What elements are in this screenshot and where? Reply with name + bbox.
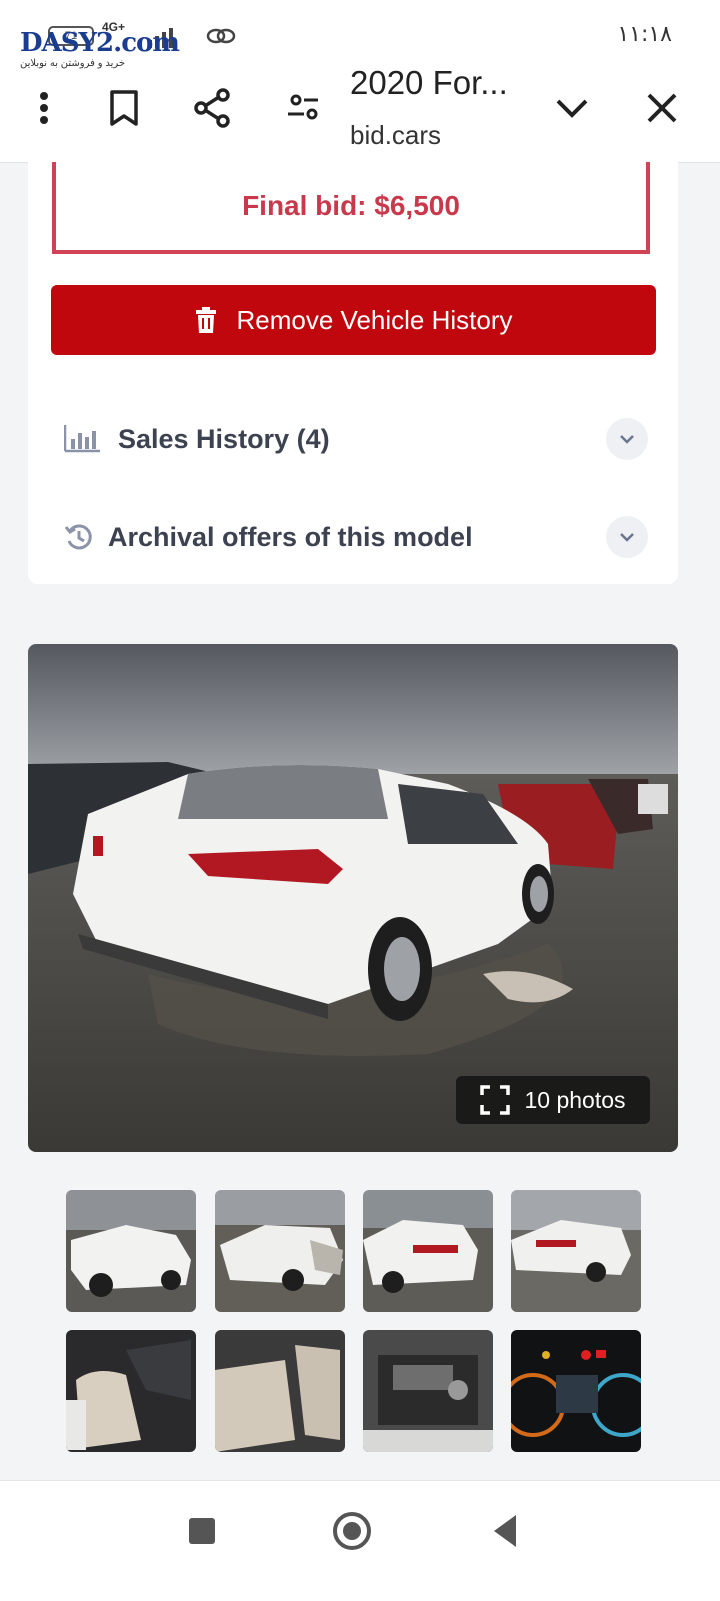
top-bar: 71 4G+ DASY2.com خرید و فروشتن به نوبلای… xyxy=(0,0,720,163)
thumbnail-3[interactable] xyxy=(363,1190,493,1312)
page-url: bid.cars xyxy=(350,120,442,150)
system-nav-bar xyxy=(0,1480,720,1601)
final-bid-box: Final bid: $6,500 xyxy=(52,162,650,254)
share-icon[interactable] xyxy=(191,86,235,130)
thumbnail-6[interactable] xyxy=(215,1330,345,1452)
photos-count-button[interactable]: 10 photos xyxy=(456,1076,650,1124)
photos-count-label: 10 photos xyxy=(524,1086,626,1113)
sales-history-label: Sales History (4) xyxy=(118,423,330,454)
fullscreen-icon xyxy=(480,1085,511,1115)
thumbnail-4[interactable] xyxy=(511,1190,641,1312)
thumbnail-1[interactable] xyxy=(66,1190,196,1312)
bar-chart-icon xyxy=(64,425,100,453)
status-time: ١١:١٨ xyxy=(617,22,672,47)
settings-sliders-icon[interactable] xyxy=(282,86,326,130)
auction-card: Final bid: $6,500 Remove Vehicle History… xyxy=(28,162,678,584)
thumbnail-2[interactable] xyxy=(215,1190,345,1312)
recents-icon[interactable] xyxy=(178,1507,226,1555)
remove-history-label: Remove Vehicle History xyxy=(236,304,513,335)
trash-icon xyxy=(195,307,216,333)
archival-offers-accordion[interactable]: Archival offers of this model xyxy=(64,514,654,560)
close-icon[interactable] xyxy=(640,86,684,130)
final-bid-text: Final bid: $6,500 xyxy=(242,190,460,221)
sales-history-accordion[interactable]: Sales History (4) xyxy=(64,416,654,462)
home-icon[interactable] xyxy=(328,1507,376,1555)
remove-history-button[interactable]: Remove Vehicle History xyxy=(51,285,656,355)
archival-offers-label: Archival offers of this model xyxy=(108,521,473,552)
back-icon[interactable] xyxy=(484,1507,532,1555)
thumbnail-5[interactable] xyxy=(66,1330,196,1452)
thumbnail-8[interactable] xyxy=(511,1330,641,1452)
vehicle-main-photo[interactable]: 10 photos xyxy=(28,644,678,1152)
history-icon xyxy=(64,524,92,550)
watermark-logo: DASY2.com خرید و فروشتن به نوبلاین xyxy=(20,28,180,69)
link-icon xyxy=(206,28,236,44)
chevron-down-icon[interactable] xyxy=(606,418,648,460)
page-title: 2020 For... xyxy=(350,64,508,101)
chevron-down-icon[interactable] xyxy=(550,86,594,130)
bookmark-icon[interactable] xyxy=(102,86,146,130)
thumbnail-7[interactable] xyxy=(363,1330,493,1452)
chevron-down-icon[interactable] xyxy=(606,516,648,558)
more-vert-icon[interactable] xyxy=(22,86,66,130)
